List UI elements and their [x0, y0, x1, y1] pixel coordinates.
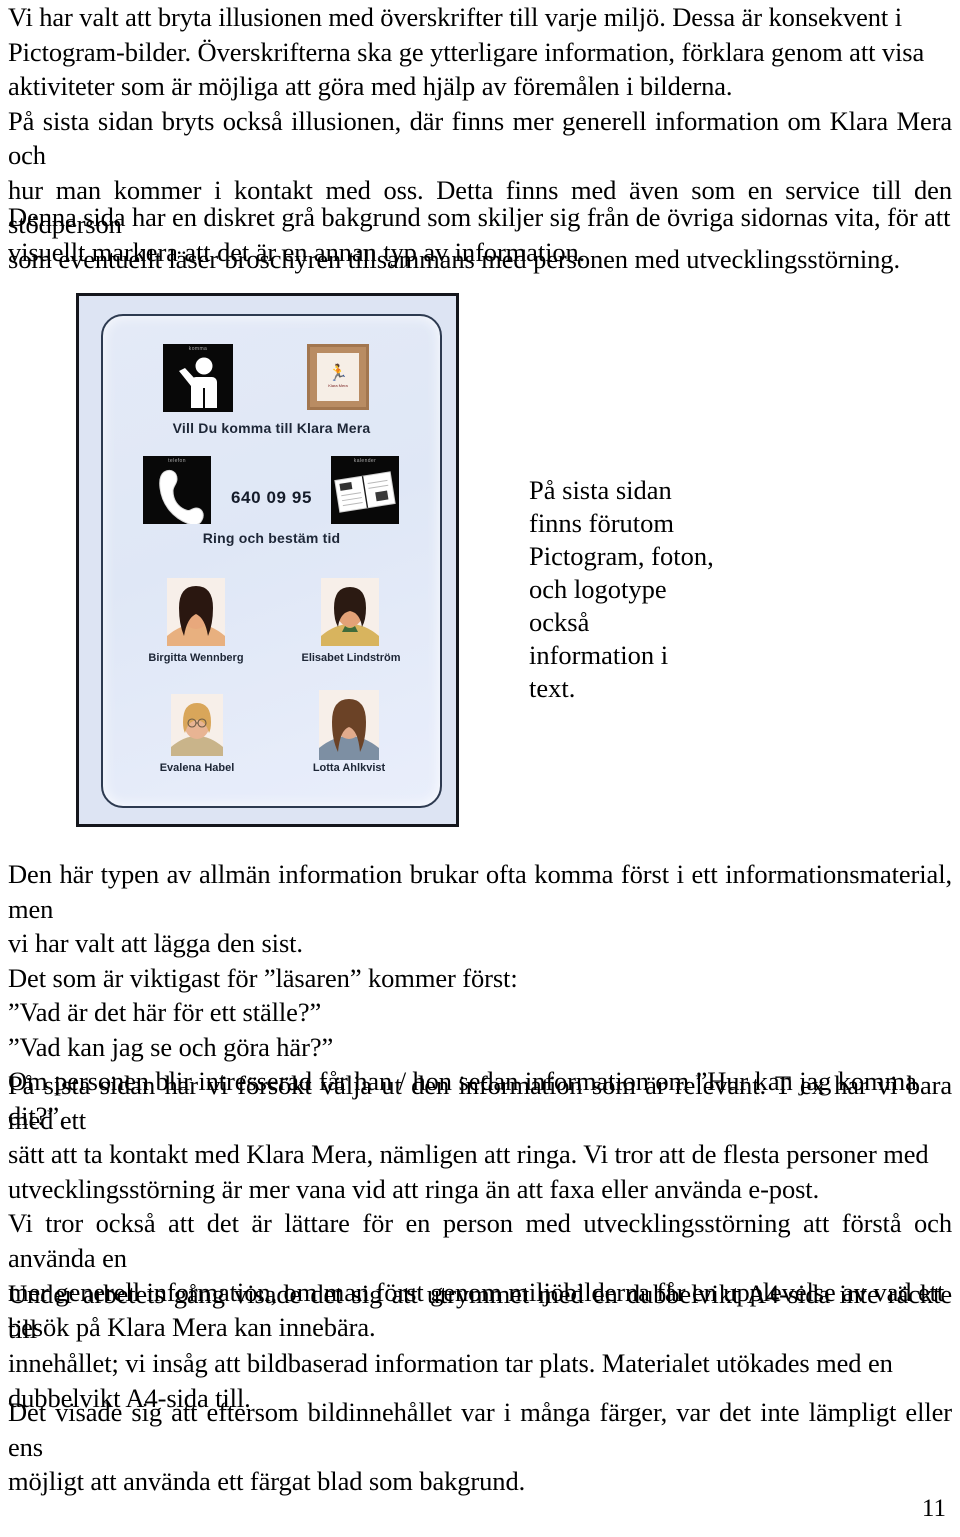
text-line: Den här typen av allmän information bruk… — [8, 859, 952, 924]
page-number: 11 — [921, 1495, 946, 1522]
brochure-last-page-figure: komma 🏃 Klara Mera Vill Du komma till Kl… — [76, 293, 459, 827]
text-line: På sista sidan — [529, 475, 672, 505]
framed-logo-icon: 🏃 Klara Mera — [307, 344, 369, 410]
telephone-icon: telefon — [143, 456, 211, 524]
text-line: Vi har valt att bryta illusionen med öve… — [8, 2, 902, 32]
text-line: Vi tror också att det är lättare för en … — [8, 1208, 952, 1273]
staff-portrait — [319, 690, 379, 760]
person-waving-icon: komma — [163, 344, 233, 412]
text-line: ”Vad är det här för ett ställe?” — [8, 997, 322, 1027]
staff-name: Evalena Habel — [159, 762, 235, 774]
staff-name: Birgitta Wennberg — [148, 652, 244, 664]
figure-side-caption: På sista sidan finns förutom Pictogram, … — [529, 474, 769, 705]
text-line: möjligt att använda ett färgat blad som … — [8, 1466, 526, 1496]
figure-phone-number: 640 09 95 — [231, 488, 313, 507]
text-line: också — [529, 607, 590, 637]
framed-logo-inner: 🏃 Klara Mera — [317, 353, 359, 401]
staff-name: Elisabet Lindström — [301, 652, 401, 664]
text-line: Denna sida har en diskret grå bakgrund s… — [8, 202, 951, 232]
paragraph-colors-text: Det visade sig att eftersom bildinnehåll… — [8, 1395, 952, 1499]
text-line: Under arbetets gång visade det sig att u… — [8, 1279, 952, 1344]
text-line: och logotype — [529, 574, 667, 604]
text-line: Pictogram-bilder. Överskrifterna ska ge … — [8, 36, 925, 67]
paragraph-colors: Det visade sig att eftersom bildinnehåll… — [8, 1395, 952, 1499]
figure-heading-2: Ring och bestäm tid — [202, 530, 341, 546]
text-line: vi har valt att lägga den sist. — [8, 928, 303, 958]
text-line: ”Vad kan jag se och göra här?” — [8, 1031, 334, 1062]
staff-portrait — [171, 694, 223, 756]
text-line: visuellt markera att det är en annan typ… — [8, 236, 586, 267]
paragraph-gray-background-text: Denna sida har en diskret grå bakgrund s… — [8, 200, 952, 269]
text-line: utvecklingsstörning är mer vana vid att … — [8, 1173, 820, 1204]
staff-portrait — [167, 578, 225, 646]
text-line: På sista sidan har vi försökt välja ut d… — [8, 1070, 952, 1135]
paragraph-gray-background: Denna sida har en diskret grå bakgrund s… — [8, 200, 952, 269]
logo-mark-icon: 🏃 — [328, 365, 348, 382]
text-line: Pictogram, foton, — [529, 541, 714, 571]
calendar-icon: kalender — [331, 456, 399, 524]
staff-name: Lotta Ahlkvist — [312, 762, 386, 774]
text-line: Det visade sig att eftersom bildinnehåll… — [8, 1397, 952, 1462]
text-line: På sista sidan bryts också illusionen, d… — [8, 105, 952, 171]
staff-portrait — [321, 578, 379, 646]
logo-caption: Klara Mera — [328, 383, 348, 388]
document-page: Vi har valt att bryta illusionen med öve… — [0, 0, 960, 1537]
text-line: Det som är viktigast för ”läsaren” komme… — [8, 962, 518, 993]
text-line: innehållet; vi insåg att bildbaserad inf… — [8, 1348, 893, 1378]
text-line: aktiviteter som är möjliga att göra med … — [8, 71, 733, 101]
text-line: information i — [529, 640, 669, 670]
figure-heading-1: Vill Du komma till Klara Mera — [172, 420, 371, 436]
text-line: sätt att ta kontakt med Klara Mera, näml… — [8, 1139, 929, 1169]
text-line: finns förutom — [529, 508, 674, 538]
text-line: text. — [529, 673, 576, 703]
brochure-card: komma 🏃 Klara Mera Vill Du komma till Kl… — [101, 314, 442, 808]
